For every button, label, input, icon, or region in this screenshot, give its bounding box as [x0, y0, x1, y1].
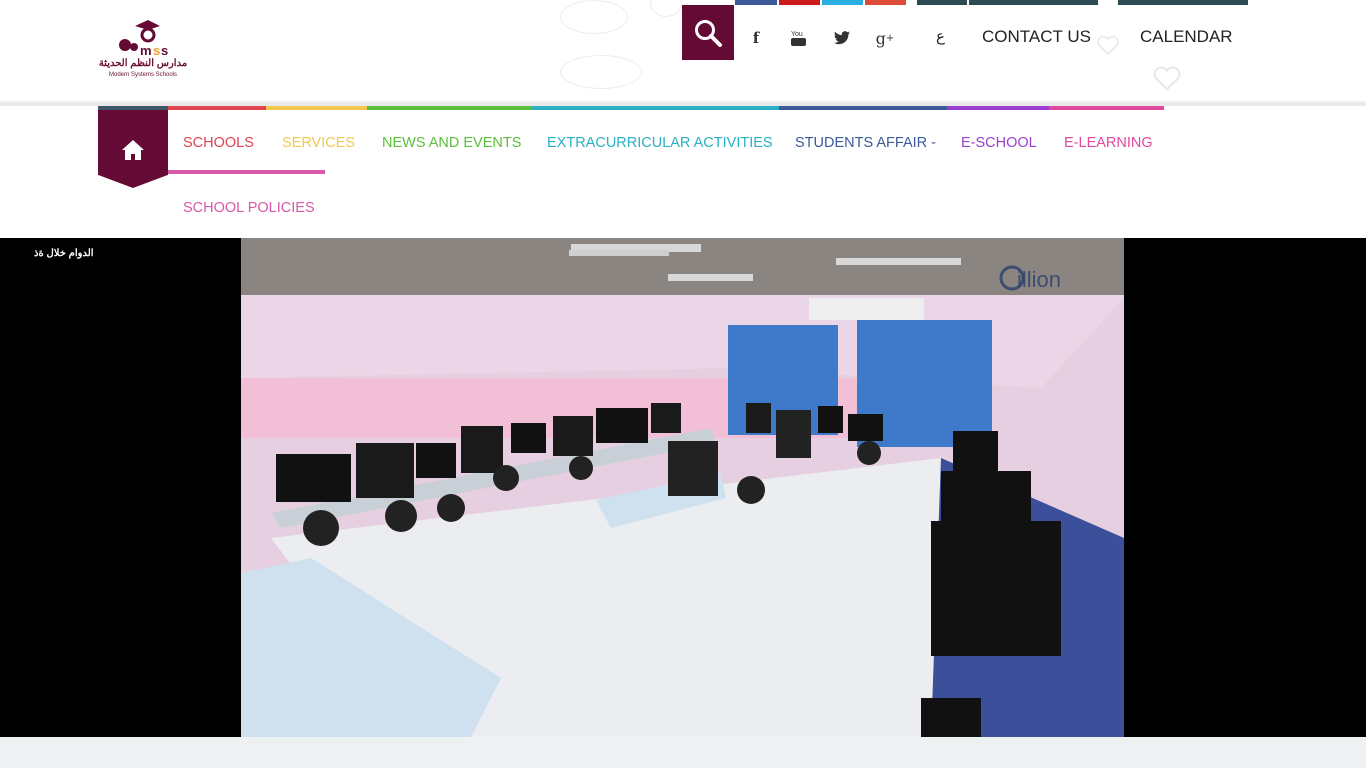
- cloud-decoration: [560, 55, 642, 89]
- nav-school-policies[interactable]: SCHOOL POLICIES: [183, 200, 315, 216]
- nav-e-learning[interactable]: E-LEARNING: [1064, 135, 1153, 151]
- calendar-bar: [1118, 0, 1248, 5]
- googleplus-bar: [865, 0, 906, 5]
- search-icon: [695, 19, 722, 47]
- nav-row2-strip: [168, 170, 325, 174]
- home-top-strip: [98, 106, 168, 110]
- search-button[interactable]: [682, 5, 734, 60]
- nav-color-strip: [532, 106, 779, 110]
- nav-extracurricular[interactable]: EXTRACURRICULAR ACTIVITIES: [547, 135, 773, 151]
- school-logo[interactable]: m s s مدارس النظم الحديثة Modern Systems…: [98, 18, 188, 84]
- twitter-bar: [822, 0, 863, 5]
- home-button[interactable]: [98, 106, 168, 188]
- twitter-icon[interactable]: [830, 26, 854, 50]
- video-frame[interactable]: illion: [241, 238, 1124, 737]
- heart-decoration: [1153, 66, 1181, 91]
- contact-bar: [969, 0, 1098, 5]
- nav-students-affair[interactable]: STUDENTS AFFAIR -: [795, 135, 936, 151]
- svg-text:s: s: [161, 43, 168, 58]
- svg-text:m: m: [140, 43, 152, 58]
- main-navigation: SCHOOLS SERVICES NEWS AND EVENTS EXTRACU…: [0, 102, 1366, 238]
- nav-color-strip: [168, 106, 266, 110]
- youtube-icon[interactable]: You: [787, 26, 811, 50]
- youtube-bar: [779, 0, 820, 5]
- nav-color-strip: [266, 106, 367, 110]
- nav-e-school[interactable]: E-SCHOOL: [961, 135, 1037, 151]
- facebook-icon[interactable]: f: [744, 26, 768, 50]
- nav-services[interactable]: SERVICES: [282, 135, 355, 151]
- logo-arabic-name: مدارس النظم الحديثة: [98, 58, 188, 69]
- nav-news-and-events[interactable]: NEWS AND EVENTS: [382, 135, 521, 151]
- nav-color-strip: [1049, 106, 1164, 110]
- calendar-link[interactable]: CALENDAR: [1140, 27, 1233, 47]
- logo-mark: m s s: [119, 20, 168, 58]
- lang-bar: [917, 0, 967, 5]
- logo-english-name: Modern Systems Schools: [108, 72, 178, 78]
- nav-schools[interactable]: SCHOOLS: [183, 135, 254, 151]
- svg-text:s: s: [153, 43, 160, 58]
- home-icon: [122, 140, 144, 160]
- video-caption: الدوام خلال ةذ: [34, 248, 94, 259]
- classroom-image: illion: [241, 238, 1124, 737]
- youtube-glyph: You: [791, 31, 806, 46]
- nav-color-strip: [779, 106, 947, 110]
- svg-text:You: You: [791, 31, 803, 38]
- facebook-bar: [735, 0, 777, 5]
- contact-us-link[interactable]: CONTACT US: [982, 27, 1091, 47]
- heart-decoration: [1097, 35, 1119, 56]
- cloud-decoration: [650, 0, 682, 17]
- cloud-decoration: [560, 0, 628, 34]
- google-plus-icon[interactable]: g +: [873, 26, 897, 50]
- nav-color-strip: [947, 106, 1049, 110]
- twitter-glyph: [834, 31, 850, 45]
- language-toggle[interactable]: ع: [936, 27, 945, 45]
- nav-color-strip: [367, 106, 532, 110]
- site-header: m s s مدارس النظم الحديثة Modern Systems…: [0, 0, 1366, 102]
- video-player[interactable]: الدوام خلال ةذ illion: [0, 238, 1366, 737]
